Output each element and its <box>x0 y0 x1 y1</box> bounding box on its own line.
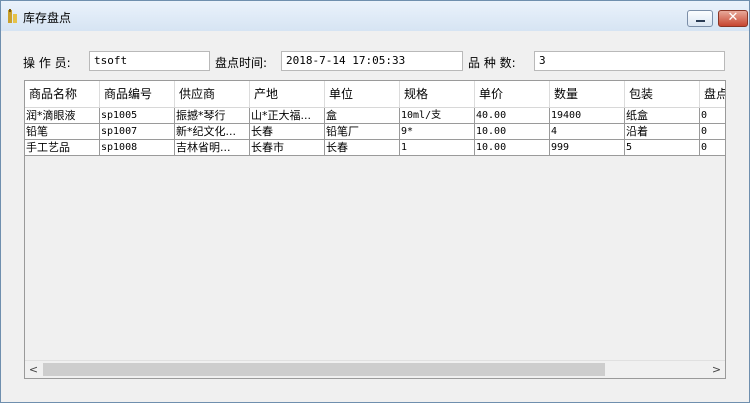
column-header[interactable]: 单位 <box>325 81 400 107</box>
column-header[interactable]: 包装 <box>625 81 700 107</box>
table-row[interactable]: 铅笔 sp1007 新*纪文化... 长春 铅笔厂 9* 10.00 4 沿着 … <box>25 124 725 140</box>
inventory-window: 库存盘点 ✕ 操 作 员: tsoft 盘点时间: 2018-7-14 17:0… <box>0 0 750 403</box>
column-header[interactable]: 单价 <box>475 81 550 107</box>
table-cell: 沿着 <box>625 124 700 140</box>
table-cell: 新*纪文化... <box>175 124 250 140</box>
column-header[interactable]: 产地 <box>250 81 325 107</box>
app-icon <box>8 9 17 23</box>
table-cell: 19400 <box>550 108 625 124</box>
table-cell: 10.00 <box>475 140 550 156</box>
operator-label: 操 作 员: <box>23 56 71 70</box>
table-row[interactable]: 手工艺品 sp1008 吉林省明... 长春市 长春 1 10.00 999 5… <box>25 140 725 156</box>
table-row[interactable]: 润*滴眼液 sp1005 振撼*琴行 山*正大福... 盒 10ml/支 40.… <box>25 108 725 124</box>
table-cell: 4 <box>550 124 625 140</box>
inventory-grid[interactable]: 商品名称 商品编号 供应商 产地 单位 规格 单价 数量 包装 盘点 润*滴眼液… <box>24 80 726 379</box>
table-cell: 10.00 <box>475 124 550 140</box>
table-cell: 5 <box>625 140 700 156</box>
table-cell: 长春 <box>325 140 400 156</box>
table-cell: 40.00 <box>475 108 550 124</box>
table-cell: sp1005 <box>100 108 175 124</box>
table-cell: 长春市 <box>250 140 325 156</box>
table-cell: 吉林省明... <box>175 140 250 156</box>
scrollbar-thumb[interactable] <box>43 363 605 376</box>
check-time-label: 盘点时间: <box>215 56 268 70</box>
horizontal-scrollbar[interactable]: < > <box>25 360 725 378</box>
close-icon: ✕ <box>727 10 739 25</box>
table-cell: 0 <box>700 140 725 156</box>
table-cell: 铅笔厂 <box>325 124 400 140</box>
table-cell: 铅笔 <box>25 124 100 140</box>
table-cell: 10ml/支 <box>400 108 475 124</box>
column-header[interactable]: 数量 <box>550 81 625 107</box>
item-count-label: 品 种 数: <box>468 56 516 70</box>
table-cell: sp1007 <box>100 124 175 140</box>
scroll-left-icon[interactable]: < <box>25 361 42 378</box>
table-cell: sp1008 <box>100 140 175 156</box>
column-header[interactable]: 供应商 <box>175 81 250 107</box>
column-header[interactable]: 商品编号 <box>100 81 175 107</box>
table-cell: 盒 <box>325 108 400 124</box>
table-cell: 振撼*琴行 <box>175 108 250 124</box>
table-cell: 1 <box>400 140 475 156</box>
minimize-button[interactable] <box>687 10 713 27</box>
table-cell: 纸盒 <box>625 108 700 124</box>
grid-header: 商品名称 商品编号 供应商 产地 单位 规格 单价 数量 包装 盘点 <box>25 81 725 108</box>
title-bar: 库存盘点 ✕ <box>1 1 749 31</box>
table-cell: 手工艺品 <box>25 140 100 156</box>
check-time-field[interactable]: 2018-7-14 17:05:33 <box>281 51 463 71</box>
column-header[interactable]: 商品名称 <box>25 81 100 107</box>
column-header[interactable]: 规格 <box>400 81 475 107</box>
table-cell: 0 <box>700 124 725 140</box>
window-title: 库存盘点 <box>23 11 72 25</box>
operator-field[interactable]: tsoft <box>89 51 210 71</box>
table-cell: 9* <box>400 124 475 140</box>
column-header[interactable]: 盘点 <box>700 81 725 107</box>
scroll-right-icon[interactable]: > <box>708 361 725 378</box>
table-cell: 999 <box>550 140 625 156</box>
item-count-field[interactable]: 3 <box>534 51 725 71</box>
table-cell: 山*正大福... <box>250 108 325 124</box>
table-cell: 0 <box>700 108 725 124</box>
table-cell: 润*滴眼液 <box>25 108 100 124</box>
close-button[interactable]: ✕ <box>718 10 748 27</box>
table-cell: 长春 <box>250 124 325 140</box>
